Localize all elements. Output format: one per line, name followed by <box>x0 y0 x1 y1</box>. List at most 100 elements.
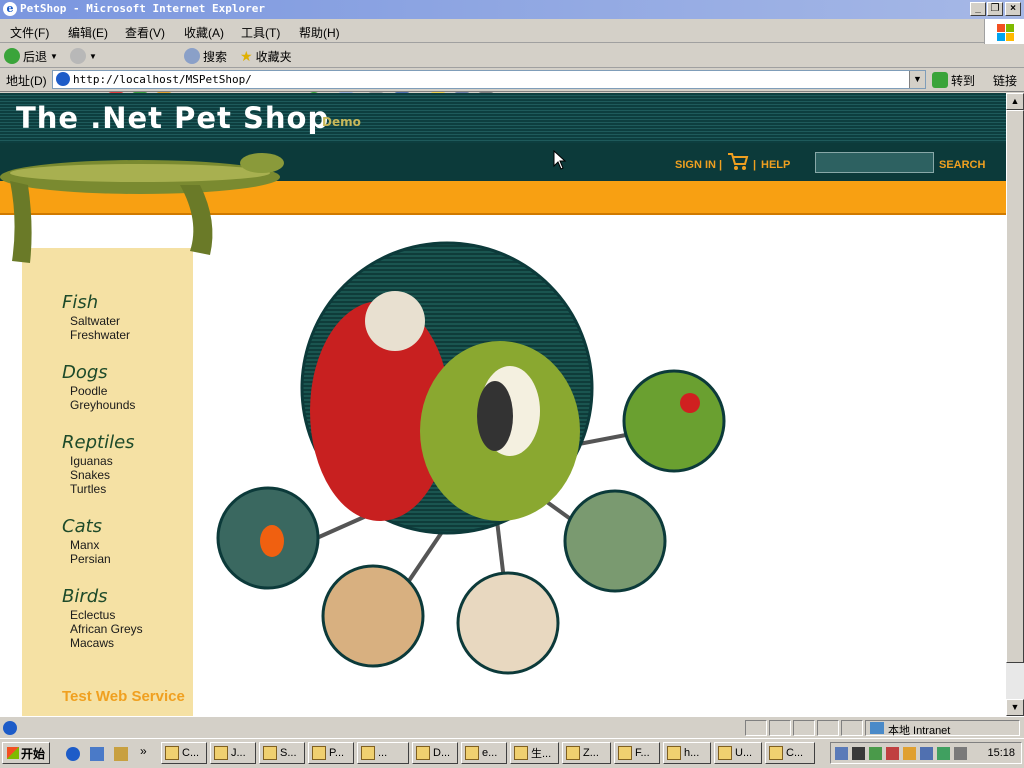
tray-icon[interactable] <box>869 747 882 760</box>
tray-icon[interactable] <box>937 747 950 760</box>
help-link[interactable]: HELP <box>761 159 790 171</box>
taskbar-item[interactable]: U... <box>714 742 762 764</box>
maximize-button[interactable]: ❐ <box>987 2 1003 16</box>
address-dropdown-icon[interactable]: ▼ <box>909 71 925 88</box>
sub-freshwater[interactable]: Freshwater <box>70 328 130 342</box>
back-arrow-icon <box>4 48 20 64</box>
quicklaunch-ie-icon[interactable] <box>66 747 80 761</box>
search-button[interactable]: 搜索 <box>184 47 227 65</box>
window-title: PetShop - Microsoft Internet Explorer <box>20 2 266 15</box>
sub-greyhounds[interactable]: Greyhounds <box>70 398 135 412</box>
taskbar-item[interactable]: D... <box>412 742 458 764</box>
sub-macaws[interactable]: Macaws <box>70 636 114 650</box>
site-logo[interactable]: The .Net Pet Shop <box>16 101 329 135</box>
taskbar-item[interactable]: 生... <box>510 742 559 764</box>
links-button[interactable]: 链接 <box>993 72 1017 89</box>
ie-window-icon <box>769 746 783 760</box>
favorites-button[interactable]: ★ 收藏夹 <box>240 47 292 65</box>
sub-saltwater[interactable]: Saltwater <box>70 314 120 328</box>
page-viewport: The .Net Pet Shop Demo SIGN IN | | HELP … <box>0 93 1006 716</box>
taskbar-item[interactable]: h... <box>663 742 711 764</box>
sub-poodle[interactable]: Poodle <box>70 384 107 398</box>
ie-window-icon <box>361 746 375 760</box>
go-arrow-icon <box>932 72 948 88</box>
back-button[interactable]: 后退 ▼ <box>4 47 58 65</box>
tray-icon[interactable] <box>886 747 899 760</box>
go-button[interactable]: 转到 <box>932 71 975 89</box>
mouse-cursor-icon <box>553 150 567 170</box>
tray-icon[interactable] <box>920 747 933 760</box>
cart-icon[interactable] <box>727 151 749 171</box>
taskbar-item[interactable]: e... <box>461 742 507 764</box>
search-icon <box>184 48 200 64</box>
close-button[interactable]: × <box>1005 2 1021 16</box>
start-button[interactable]: 开始 <box>2 742 50 764</box>
taskbar-item[interactable]: C... <box>161 742 207 764</box>
app-icon <box>214 746 228 760</box>
taskbar-item[interactable]: F... <box>614 742 660 764</box>
intranet-zone-icon <box>870 722 884 734</box>
taskbar-item[interactable]: Z... <box>562 742 611 764</box>
search-button-link[interactable]: SEARCH <box>939 159 985 171</box>
scroll-down-icon[interactable]: ▼ <box>1006 699 1024 716</box>
folder-icon <box>618 746 632 760</box>
category-dogs[interactable]: Dogs <box>62 362 108 383</box>
search-input[interactable] <box>815 152 934 173</box>
status-bar: 本地 Intranet <box>0 716 1024 738</box>
category-birds[interactable]: Birds <box>62 586 108 607</box>
ie-window-icon <box>667 746 681 760</box>
category-cats[interactable]: Cats <box>62 516 102 537</box>
menu-view[interactable]: 查看(V) <box>125 24 165 41</box>
sub-turtles[interactable]: Turtles <box>70 482 106 496</box>
category-fish[interactable]: Fish <box>62 292 98 313</box>
address-label: 地址(D) <box>6 74 47 88</box>
sub-african-greys[interactable]: African Greys <box>70 622 143 636</box>
address-input[interactable]: http://localhost/MSPetShop/ ▼ <box>52 70 926 89</box>
minimize-button[interactable]: _ <box>970 2 986 16</box>
menu-file[interactable]: 文件(F) <box>10 24 49 41</box>
taskbar-item[interactable]: ... <box>357 742 409 764</box>
title-bar: e PetShop - Microsoft Internet Explorer … <box>0 0 1024 19</box>
tray-icon[interactable] <box>835 747 848 760</box>
star-icon: ★ <box>240 47 253 64</box>
scroll-up-icon[interactable]: ▲ <box>1006 93 1024 110</box>
forward-button[interactable]: ▼ <box>70 47 97 65</box>
forward-arrow-icon <box>70 48 86 64</box>
menu-bar: 文件(F) 编辑(E) 查看(V) 收藏(A) 工具(T) 帮助(H) <box>0 19 1024 43</box>
folder-icon <box>165 746 179 760</box>
pet-collage-image <box>216 241 726 675</box>
menu-tools[interactable]: 工具(T) <box>241 24 280 41</box>
sign-in-link[interactable]: SIGN IN <box>675 159 716 171</box>
taskbar-item[interactable]: S... <box>259 742 305 764</box>
sub-persian[interactable]: Persian <box>70 552 111 566</box>
sub-manx[interactable]: Manx <box>70 538 99 552</box>
category-sidebar: Fish Saltwater Freshwater Dogs Poodle Gr… <box>22 248 193 716</box>
menu-edit[interactable]: 编辑(E) <box>68 24 108 41</box>
demo-label: Demo <box>322 115 361 129</box>
page-status-icon <box>3 721 17 735</box>
quicklaunch-media-icon[interactable] <box>114 747 128 761</box>
clock[interactable]: 15:18 <box>987 747 1015 759</box>
sub-snakes[interactable]: Snakes <box>70 468 110 482</box>
taskbar-item[interactable]: C... <box>765 742 815 764</box>
menu-help[interactable]: 帮助(H) <box>299 24 340 41</box>
tray-icon[interactable] <box>903 747 916 760</box>
test-web-service-link[interactable]: Test Web Service <box>62 688 185 705</box>
taskbar-item[interactable]: P... <box>308 742 354 764</box>
quicklaunch-more[interactable]: » <box>140 744 147 758</box>
category-reptiles[interactable]: Reptiles <box>62 432 135 453</box>
quicklaunch-desktop-icon[interactable] <box>90 747 104 761</box>
ie-window-icon <box>312 746 326 760</box>
taskbar-item[interactable]: J... <box>210 742 256 764</box>
security-zone-label: 本地 Intranet <box>888 725 951 737</box>
sub-eclectus[interactable]: Eclectus <box>70 608 115 622</box>
scroll-thumb[interactable] <box>1006 110 1024 663</box>
tray-icon[interactable] <box>954 747 967 760</box>
sub-iguanas[interactable]: Iguanas <box>70 454 113 468</box>
nav-separator: | <box>753 159 757 171</box>
tray-icon[interactable] <box>852 747 865 760</box>
menu-favorites[interactable]: 收藏(A) <box>184 24 224 41</box>
word-icon <box>566 746 580 760</box>
word-icon <box>514 746 528 760</box>
vertical-scrollbar[interactable]: ▲ ▼ <box>1006 93 1024 716</box>
